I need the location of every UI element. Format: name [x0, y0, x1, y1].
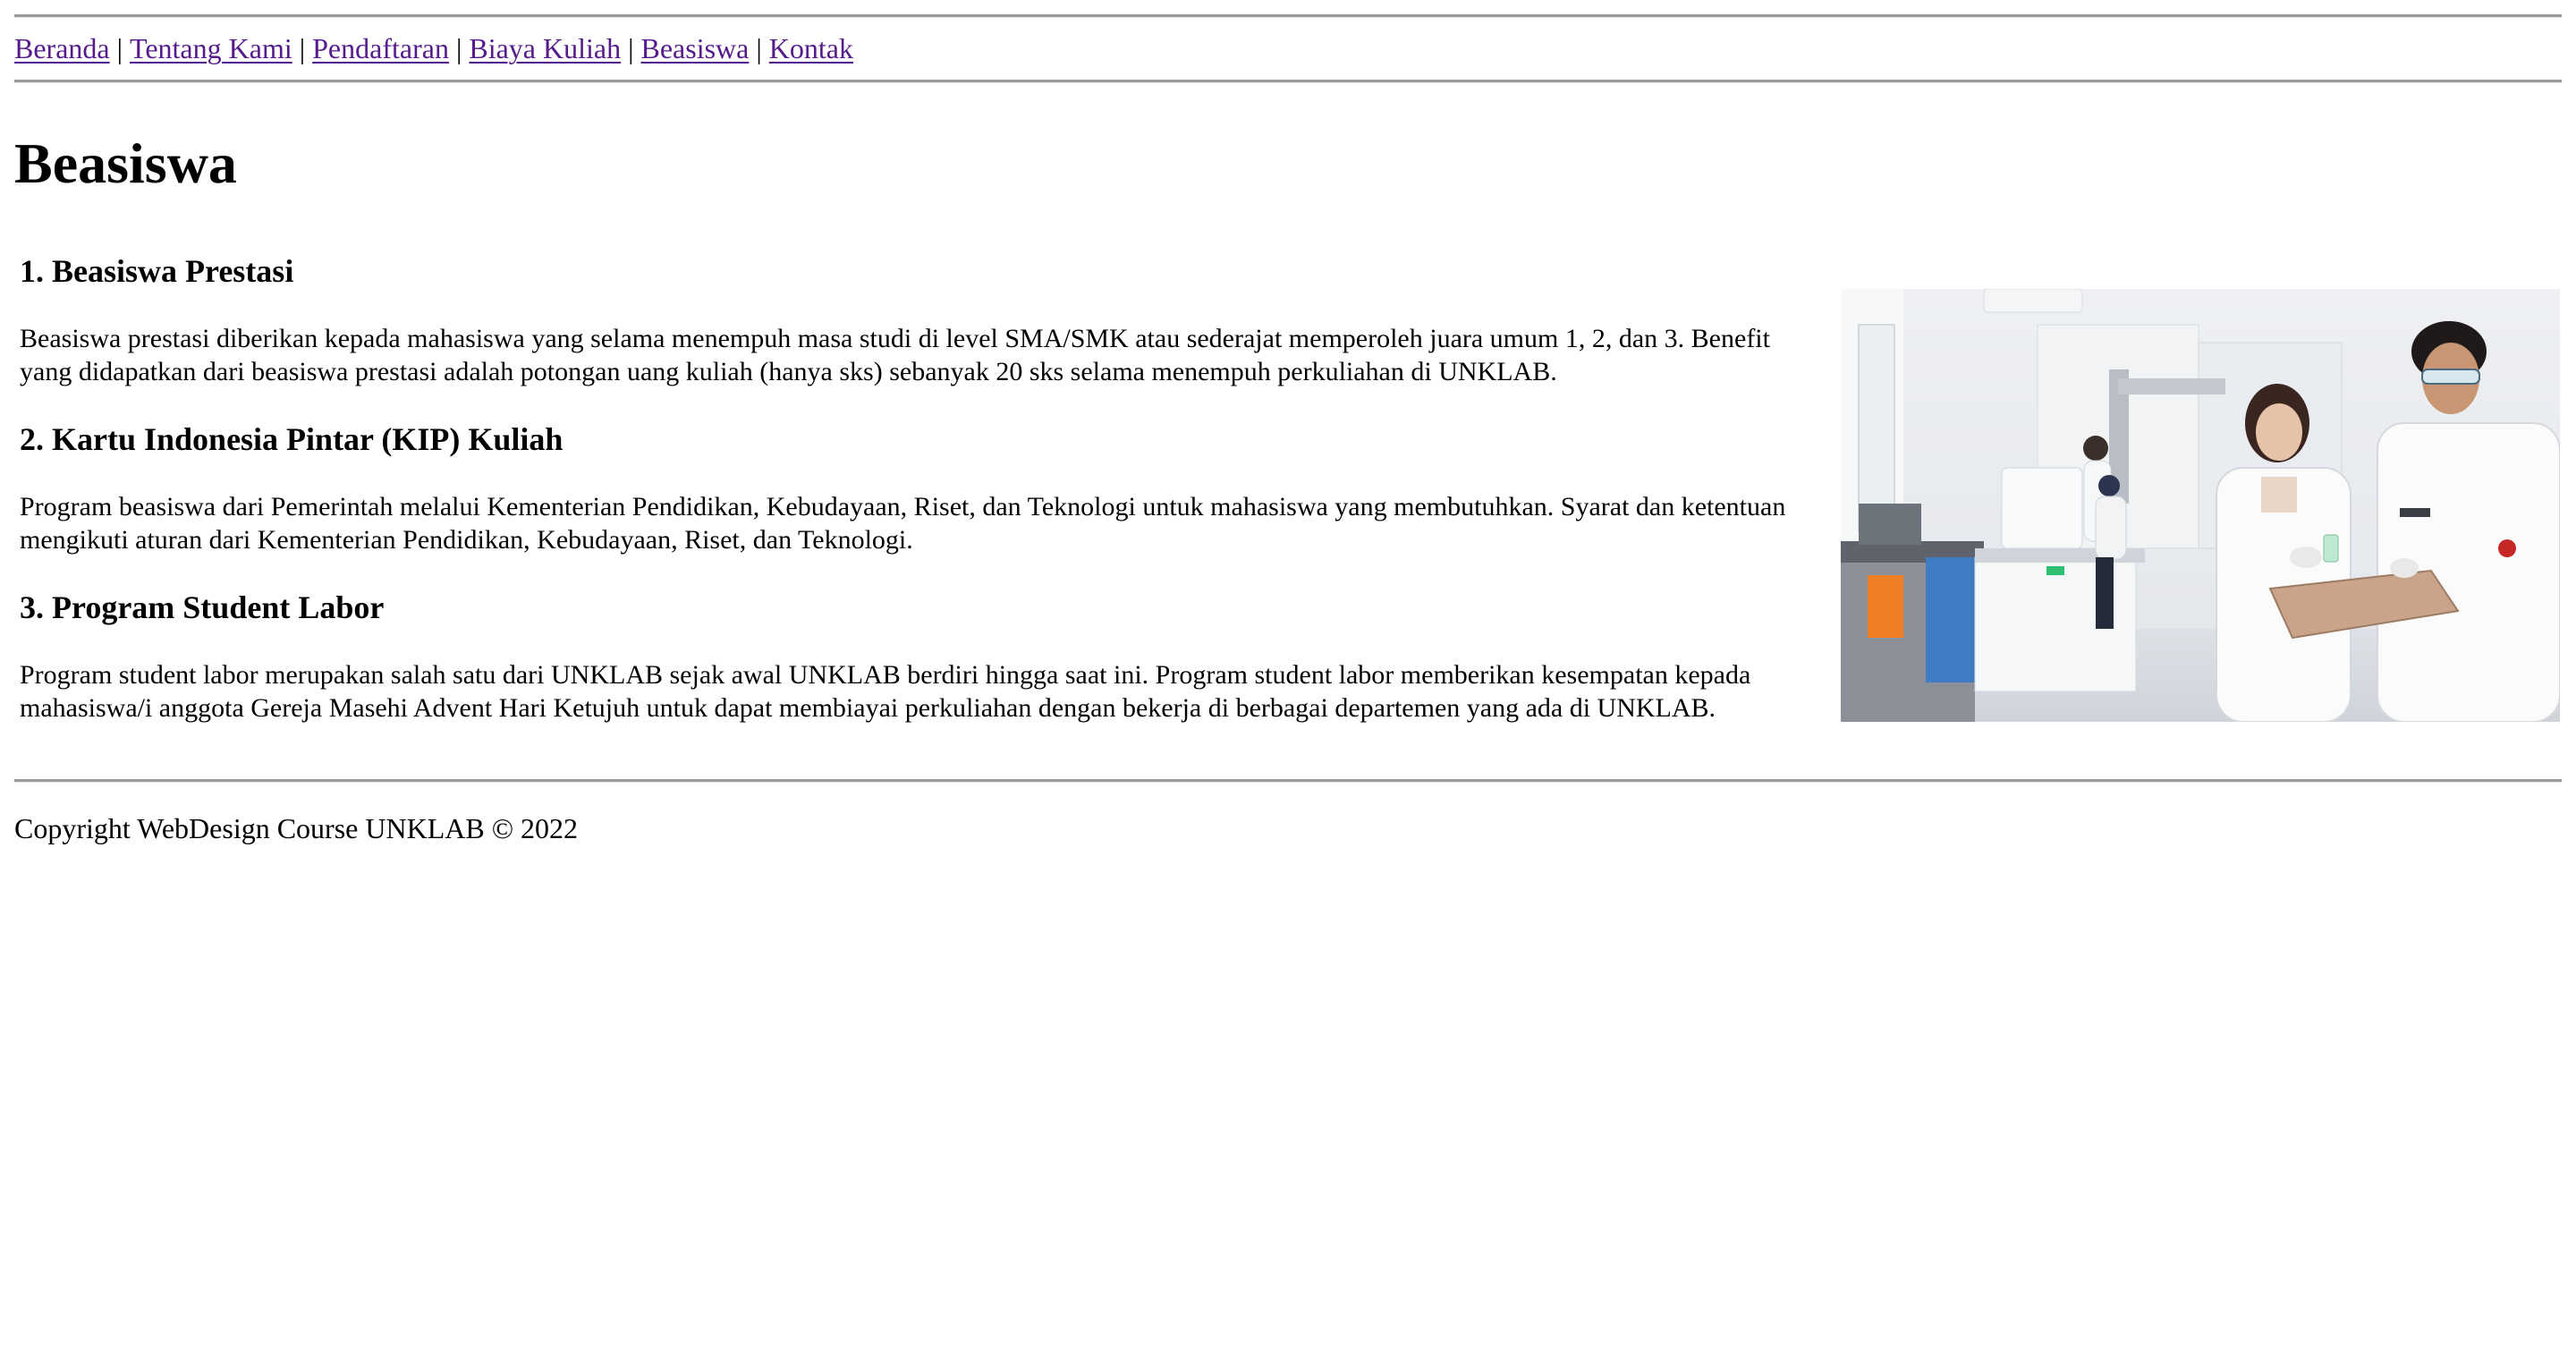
- nav-separator: |: [455, 32, 462, 64]
- section-body-kip-kuliah: Program beasiswa dari Pemerintah melalui…: [20, 492, 1786, 555]
- nav-link-beasiswa[interactable]: Beasiswa: [640, 32, 749, 64]
- section-heading-kip-kuliah: 2. Kartu Indonesia Pintar (KIP) Kuliah: [20, 421, 564, 457]
- section-heading-student-labor: 3. Program Student Labor: [20, 589, 385, 625]
- page: Beranda | Tentang Kami | Pendaftaran | Biaya K…: [14, 0, 2562, 845]
- nav-link-beranda[interactable]: Beranda: [14, 32, 110, 64]
- header-divider-bottom: [14, 80, 2562, 83]
- nav-link-tentang-kami[interactable]: Tentang Kami: [130, 32, 292, 64]
- scholarship-text-column: 1. Beasiswa Prestasi Beasiswa prestasi d…: [20, 251, 1818, 756]
- main-content: 1. Beasiswa Prestasi Beasiswa prestasi d…: [14, 251, 2562, 779]
- section-heading-prestasi: 1. Beasiswa Prestasi: [20, 253, 294, 289]
- section-body-student-labor: Program student labor merupakan salah sa…: [20, 660, 1751, 723]
- section-body-prestasi: Beasiswa prestasi diberikan kepada mahas…: [20, 324, 1770, 386]
- nav-link-pendaftaran[interactable]: Pendaftaran: [312, 32, 449, 64]
- nav-link-kontak[interactable]: Kontak: [769, 32, 853, 64]
- nav-separator: |: [756, 32, 762, 64]
- nav-link-biaya-kuliah[interactable]: Biaya Kuliah: [469, 32, 621, 64]
- nav-separator: |: [299, 32, 306, 64]
- page-title: Beasiswa: [14, 131, 237, 195]
- main-navigation: Beranda | Tentang Kami | Pendaftaran | Biaya K…: [14, 18, 2562, 80]
- nav-separator: |: [116, 32, 123, 64]
- footer-copyright: Copyright WebDesign Course UNKLAB © 2022: [14, 812, 578, 844]
- laboratory-students-photo-icon: [1841, 289, 2560, 722]
- footer-divider: [14, 779, 2562, 783]
- nav-separator: |: [628, 32, 634, 64]
- laboratory-photo: [1841, 289, 2560, 722]
